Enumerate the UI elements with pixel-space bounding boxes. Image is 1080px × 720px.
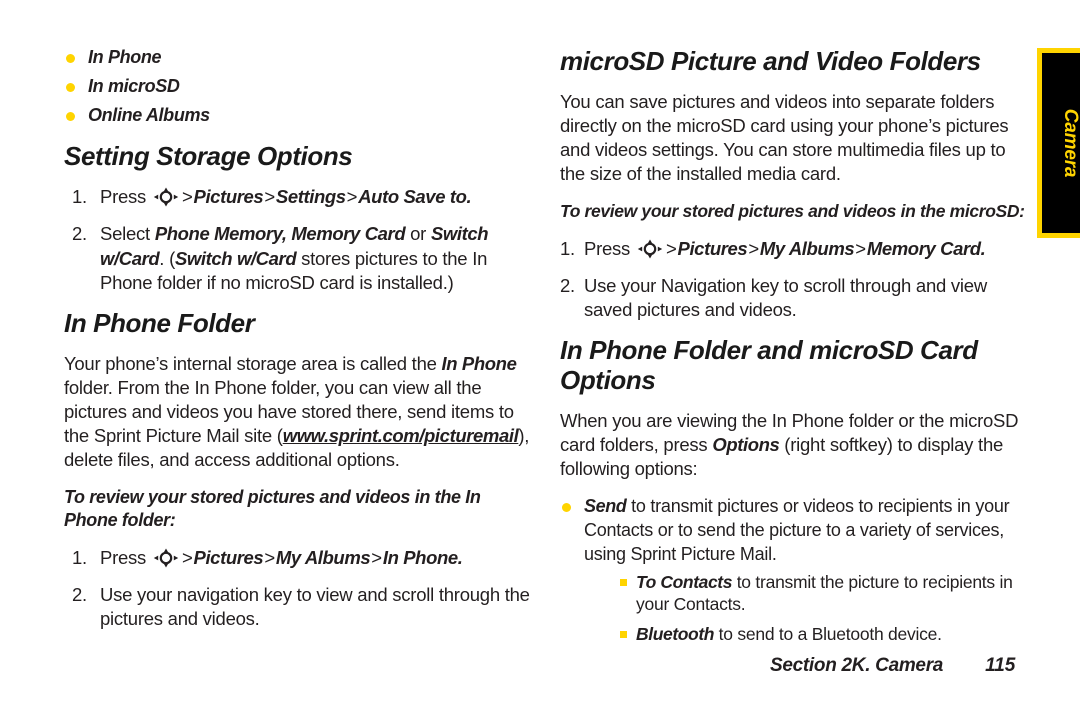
leadin-review-microsd: To review your stored pictures and video… xyxy=(560,201,1025,222)
manual-page: In Phone In microSD Online Albums Settin… xyxy=(0,0,1080,720)
suboption-bluetooth-description: to send to a Bluetooth device. xyxy=(714,624,942,645)
paragraph-internal-storage: Your phone’s internal storage area is ca… xyxy=(64,352,534,472)
bullet-square-icon xyxy=(620,578,627,586)
step-verb: Select xyxy=(100,223,150,245)
step-item: 1. Press >Pictures>My Albums>In Phone. xyxy=(64,546,534,570)
softkey-options: Options xyxy=(712,434,780,456)
step-item: 1. Press >Pictures>My Albums>Memory Card… xyxy=(560,237,1030,261)
step-verb: Press xyxy=(100,186,147,208)
bullet-dot-icon xyxy=(562,503,571,513)
footer-section-title: Section 2K. Camera xyxy=(770,655,944,676)
chevron-icon: > xyxy=(855,237,866,259)
step-verb: Press xyxy=(584,237,631,259)
step-text: Use your Navigation key to scroll throug… xyxy=(584,274,987,320)
menu-path-in-phone: In Phone xyxy=(382,547,458,569)
list-item: To Contacts to transmit the picture to r… xyxy=(620,571,1030,617)
menu-path-my-albums: My Albums xyxy=(275,547,371,569)
step-item: 2. Use your Navigation key to scroll thr… xyxy=(560,274,1030,322)
paragraph-options-softkey: When you are viewing the In Phone folder… xyxy=(560,409,1030,481)
chevron-icon: > xyxy=(371,547,382,569)
heading-in-phone-folder-and-microsd-card-options: In Phone Folder and microSD Card Options xyxy=(560,334,978,396)
chevron-icon: > xyxy=(665,237,677,259)
review-in-phone-steps: 1. Press >Pictures>My Albums>In Phone. 2… xyxy=(64,546,534,631)
footer-page-number: 115 xyxy=(985,655,1016,676)
step-text: Use your navigation key to view and scro… xyxy=(100,584,530,630)
para-text-pre: Your phone’s internal storage area is ca… xyxy=(64,352,442,374)
suboption-to-contacts: To Contacts xyxy=(636,571,733,592)
options-bullet-list: Send to transmit pictures or videos to r… xyxy=(560,495,1030,646)
left-column: In Phone In microSD Online Albums Settin… xyxy=(64,46,534,644)
option-switch-w-card-repeat: Switch w/Card xyxy=(174,247,297,269)
leadin-review-in-phone: To review your stored pictures and video… xyxy=(64,486,481,531)
step-item: 2. Use your navigation key to view and s… xyxy=(64,583,534,631)
step-period: . xyxy=(159,247,165,269)
navigation-key-icon xyxy=(153,548,179,568)
bullet-dot-icon xyxy=(66,54,75,63)
link-sprint-picturemail[interactable]: www.sprint.com/picturemail xyxy=(283,425,519,446)
step-period: . xyxy=(466,186,472,208)
step-period: . xyxy=(980,237,986,259)
step-verb: Press xyxy=(100,547,147,569)
menu-path-settings: Settings xyxy=(275,186,346,208)
chevron-icon: > xyxy=(264,547,275,569)
chevron-icon: > xyxy=(346,186,358,208)
chevron-icon: > xyxy=(181,547,193,569)
chevron-icon: > xyxy=(181,186,193,208)
bullet-dot-icon xyxy=(66,82,75,92)
step-number: 2. xyxy=(560,274,575,296)
side-tab-label: Camera xyxy=(1059,108,1080,178)
bullet-label: Online Albums xyxy=(88,104,210,125)
send-sub-options-list: To Contacts to transmit the picture to r… xyxy=(584,571,1030,646)
bullet-square-icon xyxy=(620,631,627,639)
step-number: 2. xyxy=(72,584,87,606)
step-number: 1. xyxy=(72,186,87,208)
setting-storage-steps: 1. Press >Pictures>Settings>Auto Save to… xyxy=(64,185,534,294)
menu-path-pictures: Pictures xyxy=(193,547,264,569)
storage-options-bullet-list: In Phone In microSD Online Albums xyxy=(64,46,534,127)
list-item: In microSD xyxy=(64,75,534,99)
right-column: microSD Picture and Video Folders You ca… xyxy=(560,46,1030,653)
list-item: Online Albums xyxy=(64,104,534,128)
menu-path-pictures: Pictures xyxy=(193,186,264,208)
chevron-icon: > xyxy=(748,237,759,259)
navigation-key-icon xyxy=(637,239,663,259)
list-item: Send to transmit pictures or videos to r… xyxy=(560,495,1030,646)
section-side-tab-camera: Camera xyxy=(1037,48,1080,238)
conjunction-or: or xyxy=(410,223,427,245)
heading-microsd-picture-video-folders: microSD Picture and Video Folders xyxy=(560,46,981,76)
list-item: In Phone xyxy=(64,46,534,70)
bullet-dot-icon xyxy=(66,111,75,121)
option-send: Send xyxy=(584,496,627,517)
heading-in-phone-folder: In Phone Folder xyxy=(64,307,255,338)
term-in-phone: In Phone xyxy=(441,352,517,374)
chevron-icon: > xyxy=(264,186,275,208)
review-microsd-steps: 1. Press >Pictures>My Albums>Memory Card… xyxy=(560,237,1030,322)
step-period: . xyxy=(457,547,463,569)
step-number: 1. xyxy=(72,547,87,569)
option-phone-memory-memory-card: Phone Memory, Memory Card xyxy=(154,223,406,245)
menu-path-auto-save-to: Auto Save to xyxy=(358,186,467,208)
suboption-bluetooth: Bluetooth xyxy=(636,624,715,645)
list-item: Bluetooth to send to a Bluetooth device. xyxy=(620,623,1030,646)
menu-path-memory-card: Memory Card xyxy=(866,237,981,259)
page-footer: Section 2K. Camera 115 xyxy=(560,655,1030,677)
bullet-label: In Phone xyxy=(88,47,162,67)
heading-setting-storage-options: Setting Storage Options xyxy=(64,141,353,172)
bullet-label: In microSD xyxy=(88,75,180,96)
menu-path-pictures: Pictures xyxy=(677,237,748,259)
step-number: 2. xyxy=(72,223,87,245)
step-number: 1. xyxy=(560,237,575,259)
step-item: 2. Select Phone Memory, Memory Card or S… xyxy=(64,222,534,294)
navigation-key-icon xyxy=(153,187,179,207)
paragraph-save-to-microsd: You can save pictures and videos into se… xyxy=(560,91,1009,185)
option-send-description: to transmit pictures or videos to recipi… xyxy=(584,496,1010,564)
step-item: 1. Press >Pictures>Settings>Auto Save to… xyxy=(64,185,534,209)
menu-path-my-albums: My Albums xyxy=(759,237,855,259)
